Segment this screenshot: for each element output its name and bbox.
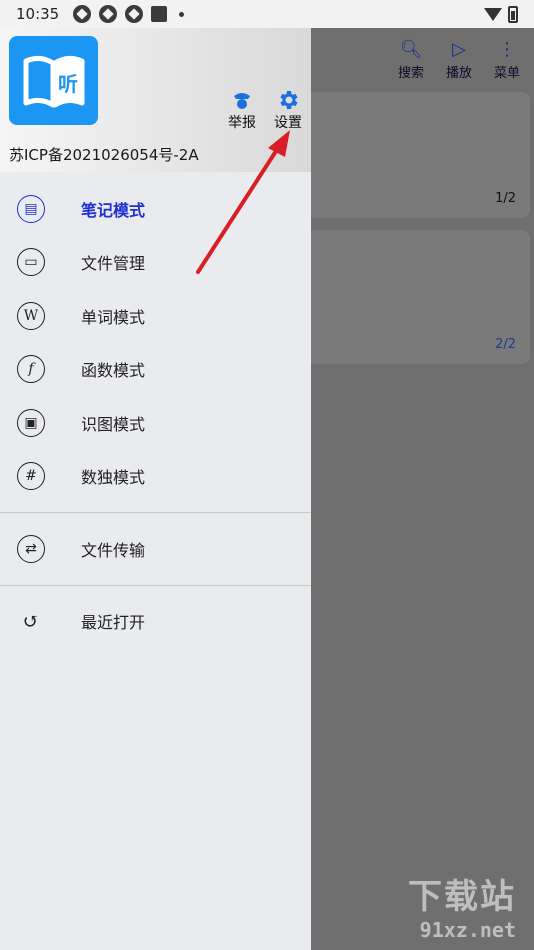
menu-item-label: 笔记模式 <box>81 200 146 220</box>
menu-item-label: 最近打开 <box>81 613 146 633</box>
play-icon: ▷ <box>452 39 466 60</box>
menu-item-recently-opened[interactable]: ↺ 最近打开 <box>0 595 311 649</box>
divider <box>0 512 311 513</box>
menu-item-image-recognition[interactable]: ▣ 识图模式 <box>0 396 311 450</box>
note-card[interactable]: 1/2 <box>300 92 530 218</box>
book-icon: 听 <box>23 55 84 107</box>
menu-item-sudoku-mode[interactable]: # 数独模式 <box>0 450 311 504</box>
header-actions: 举报 设置 <box>228 88 302 132</box>
drawer-header: 听 举报 设置 苏ICP备2021026054号-2A <box>0 28 311 172</box>
gear-icon <box>276 88 300 112</box>
menu-item-label: 识图模式 <box>81 414 146 434</box>
notification-icon <box>73 5 92 23</box>
search-label: 搜索 <box>397 66 424 81</box>
menu-item-label: 文件传输 <box>81 540 146 560</box>
search-doc-icon: 🔍︎ <box>399 39 423 60</box>
page-indicator: 1/2 <box>495 191 516 206</box>
settings-label: 设置 <box>274 115 302 131</box>
divider <box>0 584 311 586</box>
menu-item-label: 数独模式 <box>81 468 146 488</box>
menu-button[interactable]: ⋮ 菜单 <box>490 38 524 81</box>
wifi-icon <box>484 7 502 21</box>
menu-item-file-manager[interactable]: ▭ 文件管理 <box>0 236 311 290</box>
image-search-icon: ▣ <box>17 408 45 437</box>
logo-text: 听 <box>58 72 78 96</box>
more-vert-icon: ⋮ <box>498 39 516 60</box>
icp-license[interactable]: 苏ICP备2021026054号-2A <box>9 144 199 165</box>
menu-label: 菜单 <box>493 66 520 81</box>
settings-button[interactable]: 设置 <box>274 88 302 132</box>
watermark: 下载站 91xz.net <box>408 869 516 942</box>
transfer-icon: ⇄ <box>17 534 45 563</box>
watermark-text: 下载站 <box>408 877 516 917</box>
menu-item-label: 文件管理 <box>81 254 146 274</box>
notification-icon <box>99 5 118 23</box>
note-card[interactable]: 2/2 <box>300 230 530 364</box>
report-button[interactable]: 举报 <box>228 88 256 132</box>
menu-item-function-mode[interactable]: f 函数模式 <box>0 343 311 397</box>
drawer-menu: ▤ 笔记模式 ▭ 文件管理 W 单词模式 f 函数模式 ▣ 识图模式 # 数独模… <box>0 172 311 648</box>
play-button[interactable]: ▷ 播放 <box>442 38 476 81</box>
status-time: 10:35 <box>16 5 60 23</box>
menu-item-note-mode[interactable]: ▤ 笔记模式 <box>0 182 311 236</box>
w-icon: W <box>17 301 45 330</box>
grid-hash-icon: # <box>17 462 45 491</box>
function-icon: f <box>17 355 45 384</box>
history-icon: ↺ <box>22 609 40 634</box>
play-label: 播放 <box>445 66 472 81</box>
more-notifications-dot-icon <box>179 11 185 17</box>
menu-item-label: 单词模式 <box>81 307 146 327</box>
note-icon: ▤ <box>17 194 45 223</box>
notification-square-icon <box>151 6 168 22</box>
menu-item-word-mode[interactable]: W 单词模式 <box>0 289 311 343</box>
app-logo: 听 <box>9 36 98 125</box>
menu-item-label: 函数模式 <box>81 361 146 381</box>
menu-item-file-transfer[interactable]: ⇄ 文件传输 <box>0 522 311 576</box>
page-indicator: 2/2 <box>495 337 516 352</box>
background-toolbar: 🔍︎ 搜索 ▷ 播放 ⋮ 菜单 <box>394 38 524 81</box>
folder-icon: ▭ <box>17 248 45 277</box>
status-bar: 10:35 <box>0 0 534 28</box>
report-label: 举报 <box>228 115 256 131</box>
watermark-url: 91xz.net <box>419 918 516 942</box>
police-icon <box>231 88 253 112</box>
notification-icon <box>125 5 144 23</box>
navigation-drawer: 听 举报 设置 苏ICP备2021026054号-2A ▤ 笔记模式 ▭ 文件管… <box>0 28 311 950</box>
search-button[interactable]: 🔍︎ 搜索 <box>394 38 428 81</box>
battery-icon <box>508 5 518 23</box>
